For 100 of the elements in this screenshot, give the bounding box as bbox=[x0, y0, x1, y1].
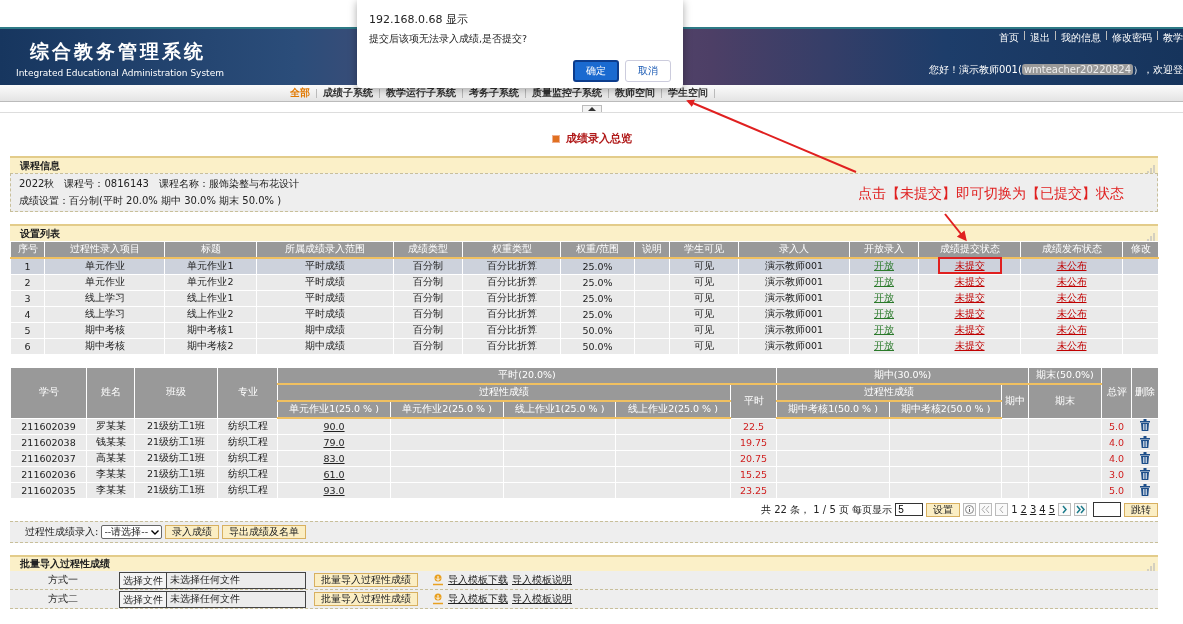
column-header: 权重类型 bbox=[462, 241, 561, 258]
page-link[interactable]: 4 bbox=[1039, 504, 1046, 515]
publish-status-link[interactable]: 未公布 bbox=[1056, 308, 1087, 319]
column-header: 录入人 bbox=[738, 241, 850, 258]
last-page-button[interactable] bbox=[1074, 503, 1087, 516]
score-link[interactable]: 90.0 bbox=[323, 421, 345, 432]
publish-status-link[interactable]: 未公布 bbox=[1056, 260, 1087, 271]
publish-status-link[interactable]: 未公布 bbox=[1056, 324, 1087, 335]
nav-item[interactable]: 教学运行子系统 bbox=[386, 86, 456, 100]
panel-title: 课程信息 bbox=[20, 158, 60, 173]
import-button[interactable]: 批量导入过程性成绩 bbox=[314, 592, 418, 606]
help-link[interactable]: 导入模板说明 bbox=[512, 573, 572, 587]
column-header: 平时 bbox=[730, 384, 777, 418]
jump-button[interactable]: 跳转 bbox=[1124, 502, 1158, 517]
column-header: 序号 bbox=[10, 241, 45, 258]
page-link[interactable]: 3 bbox=[1029, 504, 1037, 515]
page-link[interactable]: 2 bbox=[1020, 504, 1027, 515]
nav-item[interactable]: 学生空间 bbox=[668, 86, 708, 100]
score-link[interactable]: 61.0 bbox=[323, 469, 345, 480]
help-link[interactable]: 导入模板说明 bbox=[512, 592, 572, 606]
header-link[interactable]: 退出 bbox=[1030, 31, 1050, 45]
nav-item[interactable]: 成绩子系统 bbox=[323, 86, 373, 100]
column-header: 成绩类型 bbox=[393, 241, 463, 258]
publish-status-link[interactable]: 未公布 bbox=[1056, 276, 1087, 287]
submit-status-link[interactable]: 未提交 bbox=[954, 292, 985, 303]
delete-button[interactable] bbox=[1140, 435, 1150, 448]
score-link[interactable]: 79.0 bbox=[323, 437, 345, 448]
column-header: 专业 bbox=[217, 367, 278, 418]
delete-button[interactable] bbox=[1140, 419, 1150, 432]
table-row[interactable]: 6 期中考核 期中考核2 期中成绩 百分制 百分比折算 50.0% 可见 演示教师001 开放 未提交 未公布 bbox=[10, 338, 1159, 355]
file-picker[interactable]: 选择文件 未选择任何文件 bbox=[119, 590, 306, 608]
submit-status-link[interactable]: 未提交 bbox=[954, 276, 985, 287]
column-header: 所属成绩录入范围 bbox=[256, 241, 394, 258]
header-link[interactable]: 首页 bbox=[999, 31, 1019, 45]
delete-button[interactable] bbox=[1140, 483, 1150, 496]
table-row[interactable]: 3 线上学习 线上作业1 平时成绩 百分制 百分比折算 25.0% 可见 演示教师001 开放 未提交 未公布 bbox=[10, 290, 1159, 307]
header-link[interactable]: 我的信息 bbox=[1061, 31, 1101, 45]
publish-status-link[interactable]: 未公布 bbox=[1056, 292, 1087, 303]
caret-icon bbox=[151, 529, 160, 535]
import-button[interactable]: 批量导入过程性成绩 bbox=[314, 573, 418, 587]
nav-item[interactable]: 考务子系统 bbox=[469, 86, 519, 100]
column-header: 权重/范围 bbox=[560, 241, 635, 258]
greeting-text: ），欢迎登 bbox=[1133, 64, 1183, 75]
open-entry-link[interactable]: 开放 bbox=[874, 324, 894, 335]
info-icon bbox=[965, 505, 975, 514]
row-label: 方式一 bbox=[46, 573, 79, 587]
item-select[interactable]: --请选择-- bbox=[101, 525, 163, 539]
delete-button[interactable] bbox=[1140, 467, 1150, 480]
column-header: 说明 bbox=[634, 241, 670, 258]
page-link[interactable]: 5 bbox=[1048, 504, 1055, 515]
page-link[interactable]: 1 bbox=[1011, 504, 1018, 515]
column-header: 期中 bbox=[1001, 384, 1029, 418]
action-button[interactable]: 录入成绩 bbox=[165, 525, 220, 539]
open-entry-link[interactable]: 开放 bbox=[874, 292, 894, 303]
column-header: 成绩提交状态 bbox=[918, 241, 1021, 258]
table-row[interactable]: 5 期中考核 期中考核1 期中成绩 百分制 百分比折算 50.0% 可见 演示教师001 开放 未提交 未公布 bbox=[10, 322, 1159, 339]
nav-item[interactable]: 教师空间 bbox=[615, 86, 655, 100]
submit-status-link[interactable]: 未提交 bbox=[954, 340, 985, 351]
header-link[interactable]: 修改密码 bbox=[1112, 31, 1152, 45]
open-entry-link[interactable]: 开放 bbox=[874, 340, 894, 351]
panel-title: 设置列表 bbox=[20, 226, 60, 241]
nav-item[interactable]: 质量监控子系统 bbox=[532, 86, 602, 100]
cancel-button[interactable]: 取消 bbox=[625, 60, 671, 82]
system-title: 综合教务管理系统 bbox=[30, 39, 207, 64]
table-row[interactable]: 2 单元作业 单元作业2 平时成绩 百分制 百分比折算 25.0% 可见 演示教师001 开放 未提交 未公布 bbox=[10, 274, 1159, 291]
header-link[interactable]: 教学 bbox=[1163, 31, 1183, 45]
score-link[interactable]: 93.0 bbox=[323, 485, 345, 496]
set-button[interactable]: 设置 bbox=[926, 502, 961, 517]
dialog-title: 192.168.0.68 显示 bbox=[369, 12, 469, 27]
page-number-field[interactable] bbox=[1093, 502, 1121, 517]
page-size-field[interactable]: 5 bbox=[895, 503, 924, 516]
open-entry-link[interactable]: 开放 bbox=[874, 276, 894, 287]
column-header: 姓名 bbox=[86, 367, 135, 418]
delete-button[interactable] bbox=[1140, 451, 1150, 464]
download-link[interactable]: 导入模板下载 bbox=[448, 592, 508, 606]
next-page-button[interactable] bbox=[1058, 503, 1071, 516]
column-header: 期末 bbox=[1028, 384, 1102, 418]
score-link[interactable]: 83.0 bbox=[323, 453, 345, 464]
action-button[interactable]: 导出成绩及名单 bbox=[222, 525, 307, 539]
last-page-icon bbox=[1076, 505, 1085, 514]
open-entry-link[interactable]: 开放 bbox=[874, 260, 894, 271]
column-header: 平时(20.0%) bbox=[277, 367, 777, 384]
confirm-button[interactable]: 确定 bbox=[573, 60, 619, 82]
column-header: 标题 bbox=[164, 241, 257, 258]
collapse-toggle[interactable] bbox=[581, 105, 602, 112]
row-label: 方式二 bbox=[46, 592, 79, 606]
publish-status-link[interactable]: 未公布 bbox=[1056, 340, 1087, 351]
bullet-icon bbox=[551, 134, 560, 143]
submit-status-link[interactable]: 未提交 bbox=[954, 324, 985, 335]
page-title: 成绩录入总览 bbox=[565, 131, 632, 146]
column-header: 修改 bbox=[1122, 241, 1159, 258]
open-entry-link[interactable]: 开放 bbox=[874, 308, 894, 319]
info-button[interactable] bbox=[963, 503, 977, 516]
table-row[interactable]: 4 线上学习 线上作业2 平时成绩 百分制 百分比折算 25.0% 可见 演示教师001 开放 未提交 未公布 bbox=[10, 306, 1159, 323]
info-text: 2022秋 课程号：0816143 课程名称：服饰染整与布花设计 bbox=[19, 177, 299, 191]
submit-status-link[interactable]: 未提交 bbox=[954, 308, 985, 319]
table-row[interactable]: 1 单元作业 单元作业1 平时成绩 百分制 百分比折算 25.0% 可见 演示教师001 开放 未提交 未公布 bbox=[10, 258, 1159, 275]
file-picker[interactable]: 选择文件 未选择任何文件 bbox=[119, 571, 306, 589]
download-link[interactable]: 导入模板下载 bbox=[448, 573, 508, 587]
info-text: 成绩设置：百分制(平时 20.0% 期中 30.0% 期末 50.0% ) bbox=[19, 194, 282, 208]
